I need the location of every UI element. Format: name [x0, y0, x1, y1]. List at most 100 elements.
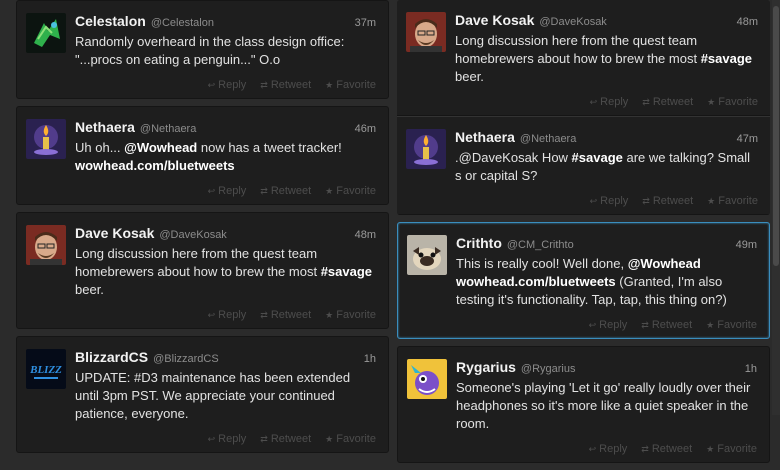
author-name[interactable]: Rygarius [456, 359, 516, 375]
tweet-actions: ↩ Reply ⇄ Retweet ★ Favorite [75, 423, 376, 452]
tweet-text-segment: This is really cool! Well done, [456, 256, 628, 271]
tweet-card[interactable]: Dave Kosak @DaveKosak 48m Long discussion h… [16, 212, 389, 329]
candle-avatar[interactable] [406, 129, 446, 169]
favorite-button[interactable]: ★ Favorite [325, 309, 376, 321]
scrollbar-thumb[interactable] [773, 6, 779, 266]
retweet-icon: ⇄ [260, 79, 268, 90]
author-name[interactable]: Celestalon [75, 13, 146, 29]
tweet-link[interactable]: #savage [321, 264, 372, 279]
favorite-button[interactable]: ★ Favorite [325, 79, 376, 91]
cartoon-avatar[interactable] [407, 359, 447, 399]
tweet-card[interactable]: BLIZZ BlizzardCS @BlizzardCS 1h UPDATE: #D3 … [16, 336, 389, 453]
favorite-label: Favorite [336, 79, 376, 91]
favorite-button[interactable]: ★ Favorite [707, 195, 758, 207]
tweet-link[interactable]: wowhead.com/bluetweets [75, 158, 235, 173]
retweet-button[interactable]: ⇄ Retweet [641, 443, 692, 455]
favorite-label: Favorite [718, 96, 758, 108]
reply-button[interactable]: ↩ Reply [208, 433, 247, 445]
reply-button[interactable]: ↩ Reply [208, 309, 247, 321]
tweet-card[interactable]: Nethaera @Nethaera 47m .@DaveKosak How #sa… [397, 116, 770, 215]
tweet-text-segment: Long discussion here from the quest team… [455, 33, 701, 66]
reply-button[interactable]: ↩ Reply [589, 319, 628, 331]
favorite-button[interactable]: ★ Favorite [706, 319, 757, 331]
tweet-card[interactable]: Rygarius @Rygarius 1h Someone's playing 'Le… [397, 346, 770, 463]
face-avatar[interactable] [26, 225, 66, 265]
tweet-card[interactable]: Dave Kosak @DaveKosak 48m Long discussion h… [397, 0, 770, 116]
author-handle[interactable]: @BlizzardCS [153, 353, 219, 365]
reply-button[interactable]: ↩ Reply [208, 79, 247, 91]
retweet-icon: ⇄ [641, 443, 649, 454]
author-handle[interactable]: @CM_Crithto [507, 239, 574, 251]
tweet-card[interactable]: Nethaera @Nethaera 46m Uh oh... @Wowhead no… [16, 106, 389, 205]
tweet-text: Long discussion here from the quest team… [455, 32, 758, 86]
author-name[interactable]: BlizzardCS [75, 349, 148, 365]
candle-avatar[interactable] [26, 119, 66, 159]
author-handle[interactable]: @DaveKosak [159, 229, 226, 241]
blizzard-avatar[interactable]: BLIZZ [26, 349, 66, 389]
retweet-button[interactable]: ⇄ Retweet [260, 79, 311, 91]
tweet-actions: ↩ Reply ⇄ Retweet ★ Favorite [75, 299, 376, 328]
retweet-icon: ⇄ [260, 185, 268, 196]
author-name[interactable]: Crithto [456, 235, 502, 251]
tweet-time[interactable]: 1h [745, 363, 757, 375]
tweet-time[interactable]: 49m [736, 239, 757, 251]
author-handle[interactable]: @Nethaera [520, 133, 576, 145]
retweet-icon: ⇄ [642, 195, 650, 206]
tweet-time[interactable]: 37m [355, 17, 376, 29]
tweet-actions: ↩ Reply ⇄ Retweet ★ Favorite [456, 309, 757, 338]
author-handle[interactable]: @Celestalon [151, 17, 214, 29]
face-avatar[interactable] [406, 12, 446, 52]
tweet-time[interactable]: 48m [737, 16, 758, 28]
author-name[interactable]: Dave Kosak [75, 225, 154, 241]
retweet-icon: ⇄ [642, 96, 650, 107]
retweet-button[interactable]: ⇄ Retweet [260, 309, 311, 321]
favorite-button[interactable]: ★ Favorite [707, 96, 758, 108]
tweet-link[interactable]: @Wowhead [124, 140, 197, 155]
star-icon: ★ [706, 443, 715, 454]
retweet-button[interactable]: ⇄ Retweet [260, 185, 311, 197]
retweet-icon: ⇄ [260, 433, 268, 444]
tweet-link[interactable]: #savage [701, 51, 752, 66]
pug-avatar[interactable] [407, 235, 447, 275]
reply-button[interactable]: ↩ Reply [590, 96, 629, 108]
favorite-button[interactable]: ★ Favorite [706, 443, 757, 455]
tweet-time[interactable]: 1h [364, 353, 376, 365]
star-icon: ★ [707, 96, 716, 107]
scrollbar[interactable] [772, 0, 780, 415]
tweet-link[interactable]: #savage [572, 150, 623, 165]
celestalon-avatar[interactable] [26, 13, 66, 53]
author-name[interactable]: Nethaera [455, 129, 515, 145]
tweet-text: This is really cool! Well done, @Wowhead… [456, 255, 757, 309]
favorite-button[interactable]: ★ Favorite [325, 185, 376, 197]
reply-label: Reply [600, 195, 629, 207]
author-name[interactable]: Dave Kosak [455, 12, 534, 28]
author-handle[interactable]: @DaveKosak [539, 16, 606, 28]
reply-button[interactable]: ↩ Reply [589, 443, 628, 455]
star-icon: ★ [707, 195, 716, 206]
author-name[interactable]: Nethaera [75, 119, 135, 135]
tweet-text-segment: Someone's playing 'Let it go' really lou… [456, 380, 751, 431]
favorite-button[interactable]: ★ Favorite [325, 433, 376, 445]
tweet-column-right: Dave Kosak @DaveKosak 48m Long discussion h… [397, 0, 770, 470]
retweet-button[interactable]: ⇄ Retweet [642, 195, 693, 207]
retweet-icon: ⇄ [641, 319, 649, 330]
tweet-card[interactable]: Crithto @CM_Crithto 49m This is really cool… [397, 222, 770, 339]
tweet-time[interactable]: 48m [355, 229, 376, 241]
reply-icon: ↩ [588, 443, 597, 454]
author-handle[interactable]: @Rygarius [521, 363, 576, 375]
tweet-card[interactable]: Celestalon @Celestalon 37m Randomly overhea… [16, 0, 389, 99]
retweet-label: Retweet [652, 195, 694, 207]
retweet-button[interactable]: ⇄ Retweet [641, 319, 692, 331]
tweet-text: Uh oh... @Wowhead now has a tweet tracke… [75, 139, 376, 175]
tweet-text: Someone's playing 'Let it go' really lou… [456, 379, 757, 433]
tweet-time[interactable]: 47m [737, 133, 758, 145]
tweet-time[interactable]: 46m [355, 123, 376, 135]
retweet-button[interactable]: ⇄ Retweet [260, 433, 311, 445]
retweet-button[interactable]: ⇄ Retweet [642, 96, 693, 108]
author-handle[interactable]: @Nethaera [140, 123, 196, 135]
reply-button[interactable]: ↩ Reply [590, 195, 629, 207]
reply-button[interactable]: ↩ Reply [208, 185, 247, 197]
reply-label: Reply [218, 185, 247, 197]
tweet-actions: ↩ Reply ⇄ Retweet ★ Favorite [456, 433, 757, 462]
retweet-label: Retweet [270, 79, 312, 91]
